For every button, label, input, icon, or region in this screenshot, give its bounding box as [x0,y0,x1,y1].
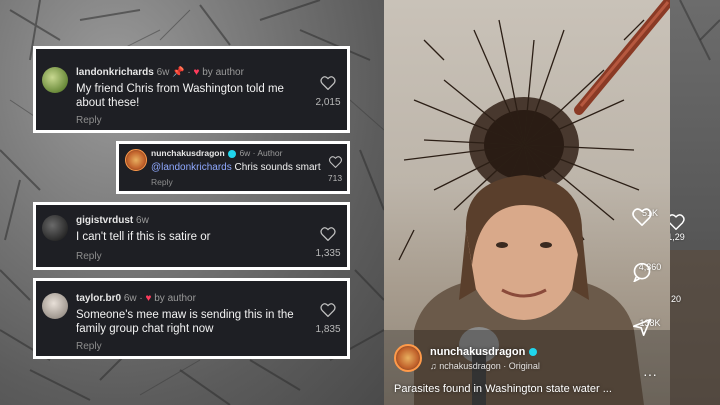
comment-text-line1: I can't tell if this is satire or [76,231,211,243]
reply-button[interactable]: Reply [76,341,102,352]
author-liked-heart-icon: ♥ [193,67,200,78]
like-count: 2,015 [315,97,341,108]
author-tag: by author [202,67,244,78]
avatar[interactable] [125,149,147,171]
comment-card: gigistvrdust 6w I can't tell if this is … [33,202,350,270]
comment-username[interactable]: gigistvrdust [76,215,133,226]
comment-username[interactable]: taylor.br0 [76,293,121,304]
reply-button[interactable]: Reply [151,177,173,187]
sound-row[interactable]: ♫ nchakusdragon · Original [430,361,540,371]
share-arrow-icon [632,318,651,336]
like-heart-icon[interactable] [320,303,336,317]
background-right: 1,29 20 [670,0,720,405]
comment-username[interactable]: nunchakusdragon [151,148,225,158]
like-count: 1,335 [315,248,341,259]
verified-badge-icon [529,348,538,357]
comment-text-line1: My friend Chris from Washington told me [76,83,284,95]
partial-like-count: 1,29 [670,232,685,242]
comment-time: 6w [156,67,170,78]
comment-card: landonkrichards 6w 📌 · ♥ by author My fr… [33,46,350,133]
comment-text-line1: Someone's mee maw is sending this in the [76,309,294,321]
comment-time: 6w [136,215,149,226]
like-action[interactable]: 51K [632,208,668,226]
comment-card: taylor.br0 6w · ♥ by author Someone's me… [33,278,350,359]
like-count: 1,835 [315,324,341,335]
comment-username[interactable]: landonkrichards [76,67,154,78]
reply-button[interactable]: Reply [76,251,102,262]
partial-like-action: 1,29 [670,214,694,242]
share-action[interactable]: 138K [632,318,668,336]
author-liked-heart-icon: ♥ [145,293,152,304]
avatar[interactable] [42,215,68,241]
reply-comment-card: nunchakusdragon 6w · Author @landonkrich… [116,141,350,194]
more-options-icon[interactable]: ··· [632,366,668,382]
comment-text-body: Chris sounds smart [231,162,321,173]
sound-name[interactable]: nchakusdragon · Original [439,361,540,371]
heart-icon [670,214,685,231]
comment-time: 6w · Author [239,148,283,158]
author-tag: by author [154,293,196,304]
like-heart-icon[interactable] [320,227,336,241]
comment-username-row[interactable]: gigistvrdust 6w [76,215,149,226]
pin-icon: 📌 [172,67,185,78]
comment-bubble-icon [633,262,651,282]
like-heart-icon[interactable] [320,76,336,90]
creator-row[interactable]: nunchakusdragon [430,346,538,358]
video-player[interactable]: nunchakusdragon ♫ nchakusdragon · Origin… [384,0,670,405]
creator-name[interactable]: nunchakusdragon [430,346,525,358]
heart-icon [632,208,652,226]
partial-comment-count: 20 [670,294,681,304]
comment-time: 6w [123,293,137,304]
comment-username-row[interactable]: nunchakusdragon 6w · Author [151,148,282,158]
comment-username-row[interactable]: taylor.br0 6w · ♥ by author [76,293,196,304]
music-note-icon: ♫ [430,361,437,371]
comment-username-row[interactable]: landonkrichards 6w 📌 · ♥ by author [76,67,244,78]
avatar[interactable] [42,293,68,319]
comment-text-line2: family group chat right now [76,323,214,335]
comment-text: @landonkrichards Chris sounds smart [151,161,321,175]
like-heart-icon[interactable] [329,156,342,168]
video-caption[interactable]: Parasites found in Washington state wate… [394,383,612,395]
comment-action[interactable]: 4,360 [632,262,668,282]
verified-badge-icon [228,149,237,158]
reply-button[interactable]: Reply [76,115,102,126]
comment-text-line2: about these! [76,97,140,109]
creator-avatar[interactable] [394,344,422,372]
avatar[interactable] [42,67,68,93]
mention-link[interactable]: @landonkrichards [151,162,232,173]
like-count: 713 [327,173,343,183]
